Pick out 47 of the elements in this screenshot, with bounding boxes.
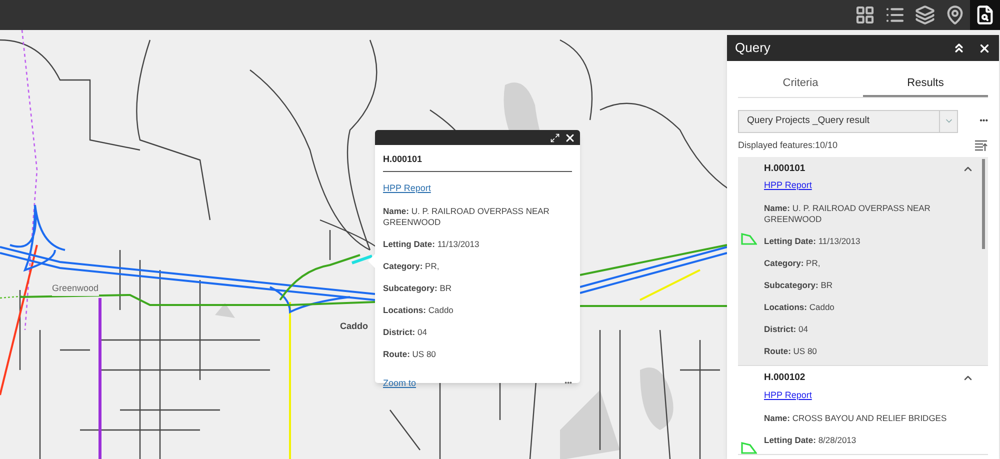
features-count: Displayed features:10/10 bbox=[738, 138, 839, 152]
attribute-text: District: 04 bbox=[764, 324, 809, 336]
grid-icon bbox=[855, 5, 875, 25]
panel-title: Query bbox=[735, 39, 772, 58]
more-button[interactable]: ••• bbox=[980, 115, 988, 127]
attribute-text: Category: PR, bbox=[383, 261, 440, 272]
search-icon bbox=[975, 5, 995, 25]
polygon-symbol-icon bbox=[741, 232, 757, 244]
zoom-to-link[interactable]: Zoom to bbox=[383, 377, 416, 390]
attribute-text: Letting Date: 11/13/2013 bbox=[764, 236, 862, 248]
result-title: H.000101 bbox=[764, 162, 806, 176]
dropdown-value: Query Projects _Query result bbox=[746, 114, 870, 128]
sort-icon[interactable] bbox=[974, 138, 988, 152]
report-link[interactable]: HPP Report bbox=[764, 178, 974, 192]
attribute-text: Letting Date: 11/13/2013 bbox=[383, 239, 480, 250]
result-title: H.000102 bbox=[764, 371, 806, 386]
attribute-text: Category: PR, bbox=[764, 258, 822, 270]
panel-tab[interactable]: Results bbox=[863, 75, 988, 96]
report-link[interactable]: HPP Report bbox=[383, 182, 572, 195]
map-pin-icon bbox=[945, 5, 965, 25]
layers-icon bbox=[915, 5, 935, 25]
maximize-icon[interactable] bbox=[550, 132, 560, 142]
attribute-text: Locations: Caddo bbox=[764, 302, 836, 314]
list-icon bbox=[885, 5, 905, 25]
attribute-text: Locations: Caddo bbox=[383, 305, 454, 316]
layer-dropdown[interactable]: Query Projects _Query result bbox=[738, 110, 958, 132]
map-label: Greenwood bbox=[52, 282, 99, 296]
toolbar-button[interactable] bbox=[970, 0, 1000, 30]
attribute-text: District: 04 bbox=[383, 327, 428, 338]
panel-tab[interactable]: Criteria bbox=[738, 75, 863, 96]
attribute-text: Subcategory: BR bbox=[383, 283, 452, 294]
attribute-text: Letting Date: 8/28/2013 bbox=[764, 435, 858, 446]
close-icon[interactable] bbox=[564, 132, 576, 144]
map-label: Caddo bbox=[340, 320, 368, 333]
attribute-text: Route: US 80 bbox=[383, 349, 437, 360]
attribute-text: Name: U. P. RAILROAD OVERPASS NEAR GREENWOOD bbox=[764, 203, 932, 226]
collapse-icon[interactable] bbox=[952, 41, 966, 55]
result-item[interactable]: H.000101 HPP Report Name: U. P. RAILROAD OVERPASS NEAR GREENWOOD Letting Date: 11/13/2013 Category: PR, Subcategory: BR Locations: Caddo District: 04 Route: US 80 bbox=[738, 156, 988, 366]
attribute-text: Name: CROSS BAYOU AND RELIEF BRIDGES bbox=[764, 413, 948, 424]
attribute-text: Subcategory: BR bbox=[764, 280, 834, 292]
popup-title: H.000101 bbox=[383, 145, 572, 172]
attribute-text: Name: U. P. RAILROAD OVERPASS NEAR GREENWOOD bbox=[383, 206, 550, 228]
report-link[interactable]: HPP Report bbox=[764, 388, 974, 402]
close-icon[interactable] bbox=[978, 42, 991, 54]
attribute-text: Route: US 80 bbox=[764, 346, 818, 358]
scrollbar-thumb[interactable] bbox=[982, 158, 985, 248]
polygon-symbol-icon bbox=[741, 442, 757, 454]
